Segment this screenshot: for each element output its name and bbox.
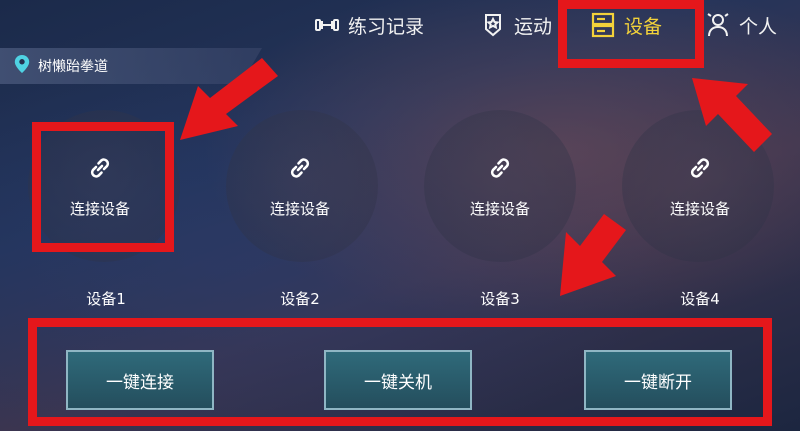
annotation-arrows	[180, 58, 772, 296]
annotation-arrow-icon	[180, 58, 278, 140]
annotation-arrow-icon	[692, 78, 772, 152]
annotation-arrow-icon	[560, 214, 626, 296]
